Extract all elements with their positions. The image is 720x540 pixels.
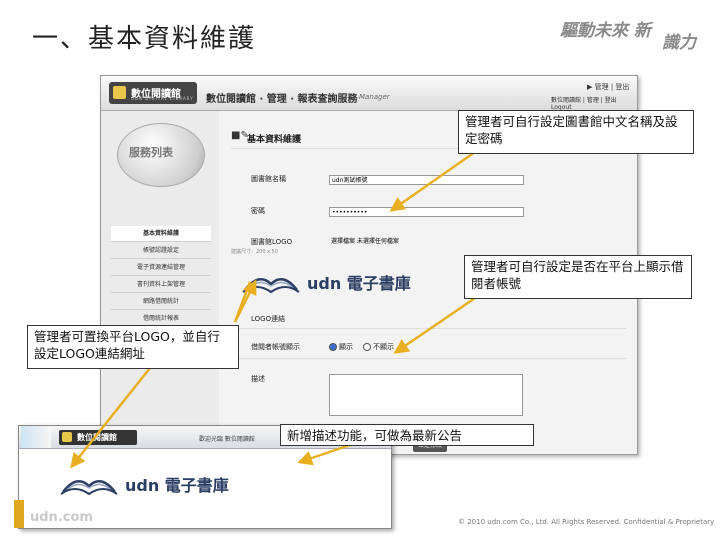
sidebar-item[interactable]: 基本資料維護 [111,226,211,242]
callout-show-account: 管理者可自行設定是否在平台上顯示借閱者帳號 [464,255,692,299]
udn-ebook-logo: udn 電子書庫 [241,262,441,302]
radio-unchecked-icon [363,343,371,351]
slogan-line2: 識力 [662,33,696,53]
library-logo[interactable]: 數位閱讀館 UDN DIGITAL LIBRARY [109,82,197,104]
sidebar-item[interactable]: 書刊資料上架管理 [111,277,211,293]
preview-tagline: 歡迎光臨 數位閱讀館 [199,436,255,443]
preview-open-book-icon [60,479,118,496]
sidebar: 服務列表 基本資料維護 帳號認證設定 電子資源連結管理 書刊資料上架管理 網路借閱統計借… [101,111,219,454]
field-label-logo: 圖書館LOGO [251,238,293,246]
preview-logo-mark-icon [62,432,72,442]
divider [231,328,626,329]
service-list-label: 服務列表 [129,146,173,159]
footer-accent [14,500,24,528]
field-label-description: 描述 [251,375,265,383]
preview-library-logo[interactable]: 數位閱讀館 [59,430,137,445]
sidebar-item[interactable]: 網路借閱統計 [111,294,211,310]
logo-size-hint: 建議尺寸：200 x 50 [231,249,279,255]
library-logo-sub: UDN DIGITAL LIBRARY [131,96,194,101]
logo-mark-icon [113,86,126,99]
preview-udn-logo-text: udn 電子書庫 [125,476,229,495]
field-label-library-name: 圖書館名稱 [251,175,286,183]
callout-description: 新增描述功能，可做為最新公告 [280,424,534,446]
field-label-logo-link: LOGO連結 [251,315,286,323]
sidebar-item[interactable]: 電子資源連結管理 [111,260,211,276]
logo-file-input[interactable]: 選擇檔案 未選擇任何檔案 [329,237,429,247]
slide-title: 一、基本資料維護 [32,24,257,54]
password-input[interactable]: •••••••••• [329,207,524,217]
admin-topbar: 數位閱讀館 UDN DIGITAL LIBRARY 數位閱讀館 · 管理 · 報… [101,76,637,111]
footer-copyright: © 2010 udn.com Co., Ltd. All Rights Rese… [458,518,715,526]
preview-bar-accent [21,426,51,448]
top-nav-secondary[interactable]: 數位閱讀館 | 管理 | 登出 Logout [551,95,637,111]
footer-brand: udn.com [30,510,93,525]
radio-show[interactable]: 顯示 [329,342,353,352]
sidebar-item[interactable]: 帳號認證設定 [111,243,211,259]
top-nav-primary[interactable]: ▶ 管理 | 登出 [587,82,629,92]
radio-hide[interactable]: 不顯示 [363,342,394,352]
slogan-line1: 驅動未來 新 [560,21,651,41]
field-label-show-account: 借閱者帳號顯示 [251,343,300,351]
form-heading: 基本資料維護 [247,135,302,145]
open-book-icon [242,277,300,294]
divider [231,358,626,359]
radio-show-label: 顯示 [339,343,353,351]
description-textarea[interactable] [329,374,523,416]
system-title: 數位閱讀館 · 管理 · 報表查詢服務 [206,94,358,105]
manager-label: Manager [359,93,390,101]
radio-hide-label: 不顯示 [373,343,394,351]
callout-name-password: 管理者可自行設定圖書館中文名稱及設定密碼 [458,110,694,154]
library-name-input[interactable]: udn測試帳號 [329,175,524,185]
radio-checked-icon [329,343,337,351]
callout-logo: 管理者可置換平台LOGO，並自行設定LOGO連結網址 [27,325,239,369]
field-label-password: 密碼 [251,207,265,215]
preview-udn-logo[interactable]: udn 電子書庫 [59,464,259,504]
preview-logo-text: 數位閱讀館 [77,433,117,442]
udn-ebook-logo-text: udn 電子書庫 [307,274,411,293]
slogan: 驅動未來 新 識力 [560,14,710,54]
